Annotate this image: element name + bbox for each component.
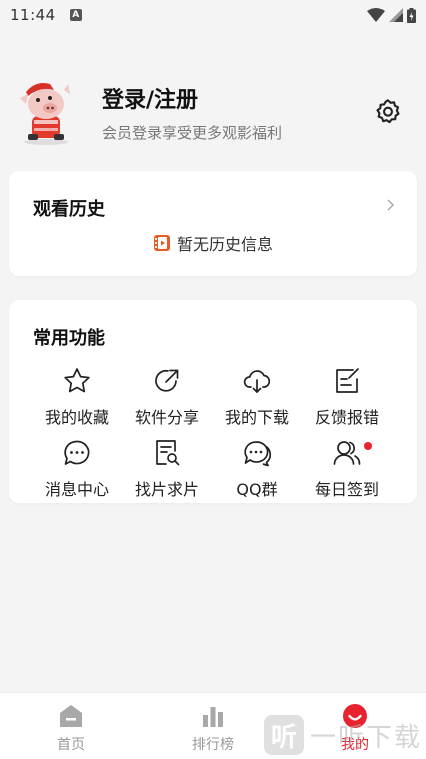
daily-checkin-button[interactable]: 每日签到 — [302, 438, 392, 510]
nav-home[interactable]: 首页 — [0, 693, 142, 759]
common-functions-title: 常用功能 — [33, 328, 105, 349]
qq-group-button[interactable]: QQ群 — [212, 438, 302, 510]
watermark-text: 一听下载 — [310, 722, 423, 753]
nav-home-label: 首页 — [57, 737, 85, 753]
login-register-title[interactable]: 登录/注册 — [102, 82, 198, 114]
battery-icon — [407, 7, 416, 23]
find-movie-button[interactable]: 找片求片 — [122, 438, 212, 510]
share-app-button[interactable]: 软件分享 — [122, 366, 212, 438]
chevron-right-icon[interactable] — [383, 198, 397, 212]
chat-bubbles-icon — [244, 441, 272, 467]
status-time: 11:44 — [10, 6, 56, 24]
downloads-label: 我的下载 — [224, 408, 289, 427]
share-app-label: 软件分享 — [134, 408, 199, 427]
nav-ranking-label: 排行榜 — [192, 737, 234, 753]
signal-icon — [389, 8, 403, 22]
feedback-button[interactable]: 反馈报错 — [302, 366, 392, 438]
gear-icon — [376, 99, 400, 124]
profile-header[interactable]: 登录/注册 会员登录享受更多观影福利 — [0, 70, 426, 150]
nav-ranking[interactable]: 排行榜 — [142, 693, 284, 759]
favorites-button[interactable]: 我的收藏 — [32, 366, 122, 438]
cloud-download-icon — [243, 370, 271, 393]
feedback-label: 反馈报错 — [314, 408, 379, 427]
find-movie-label: 找片求片 — [134, 480, 199, 499]
checkin-badge — [364, 442, 372, 450]
film-icon — [153, 235, 170, 251]
history-empty-text: 暂无历史信息 — [176, 235, 273, 254]
profile-subtitle: 会员登录享受更多观影福利 — [102, 124, 283, 142]
history-title: 观看历史 — [33, 199, 105, 220]
downloads-button[interactable]: 我的下载 — [212, 366, 302, 438]
function-grid: 我的收藏 软件分享 我的下载 反馈报错 消息中心 找片求片 QQ群 每日签到 — [32, 366, 392, 510]
common-functions-card: 常用功能 我的收藏 软件分享 我的下载 反馈报错 消息中心 找片求片 QQ群 每… — [9, 300, 417, 503]
document-search-icon — [156, 440, 180, 466]
star-icon — [64, 368, 90, 393]
settings-button[interactable] — [372, 96, 404, 128]
message-icon — [64, 440, 90, 465]
status-bar: 11:44 A — [0, 0, 426, 30]
bar-chart-icon — [203, 707, 223, 727]
edit-icon — [336, 368, 359, 393]
favorites-label: 我的收藏 — [44, 408, 109, 427]
watermark-logo: 听 — [264, 715, 304, 755]
history-card[interactable]: 观看历史 暂无历史信息 — [9, 171, 417, 276]
history-empty-state: 暂无历史信息 — [9, 231, 417, 255]
notification-icon: A — [69, 9, 82, 21]
message-center-label: 消息中心 — [44, 480, 109, 499]
share-icon — [155, 369, 179, 392]
pig-avatar-icon[interactable] — [14, 78, 78, 146]
users-icon — [333, 441, 361, 465]
wifi-icon — [367, 8, 385, 22]
message-center-button[interactable]: 消息中心 — [32, 438, 122, 510]
status-icons — [367, 7, 416, 23]
home-icon — [60, 705, 82, 727]
daily-checkin-label: 每日签到 — [314, 480, 379, 499]
watermark: 听 一听下载 — [264, 715, 422, 755]
qq-group-label: QQ群 — [236, 480, 278, 499]
